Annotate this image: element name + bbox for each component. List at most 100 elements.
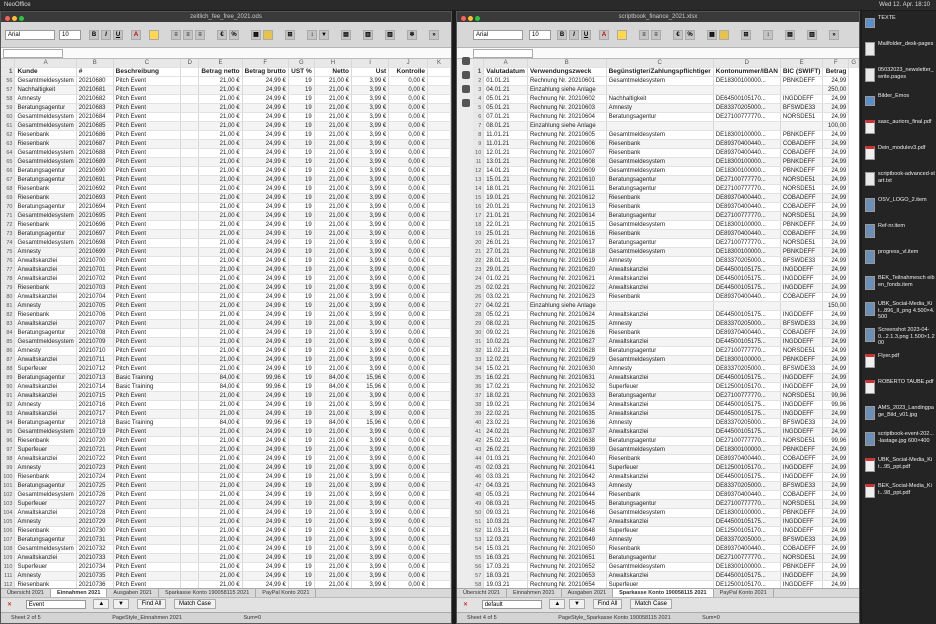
data-cell[interactable]: Pitch Event (113, 76, 182, 86)
data-cell[interactable] (180, 418, 200, 428)
data-cell[interactable]: Rechnung Nr. 20210637 (527, 427, 607, 437)
data-cell[interactable] (780, 121, 824, 131)
close-icon[interactable] (461, 16, 466, 21)
data-cell[interactable]: Gesamtmeldesystem (14, 211, 77, 221)
data-cell[interactable]: 21,00 € (198, 490, 243, 500)
data-cell[interactable]: 21,00 € (314, 148, 352, 158)
data-cell[interactable]: Rechnung Nr. 20210607 (527, 148, 607, 158)
data-cell[interactable]: 0,00 € (388, 373, 429, 383)
data-cell[interactable]: 01.02.21 (483, 274, 528, 284)
data-cell[interactable]: 21,00 € (314, 211, 352, 221)
data-cell[interactable]: Pitch Event (113, 310, 182, 320)
data-cell[interactable] (427, 148, 451, 158)
data-cell[interactable] (180, 184, 200, 194)
data-cell[interactable]: 24,99 (822, 418, 850, 428)
data-cell[interactable]: 84,00 € (198, 382, 243, 392)
data-cell[interactable]: 3,99 € (351, 247, 390, 257)
data-cell[interactable] (180, 382, 200, 392)
data-cell[interactable]: 20210731 (76, 535, 114, 545)
data-cell[interactable]: DE83370205000... (713, 535, 781, 545)
data-cell[interactable]: 24,99 € (242, 193, 289, 203)
data-cell[interactable]: 21,00 € (314, 454, 352, 464)
sheet-grid[interactable]: ABCDEFGHIJK 1 Kunde # Beschreibung Betrag ne… (1, 59, 451, 590)
row-number[interactable]: 60 (1, 112, 16, 122)
data-cell[interactable]: 0,00 € (388, 553, 429, 563)
data-cell[interactable]: Pitch Event (113, 481, 182, 491)
data-cell[interactable] (606, 301, 714, 311)
data-cell[interactable]: 24,99 € (242, 148, 289, 158)
data-cell[interactable]: Riesenbank (606, 139, 714, 149)
underline-button[interactable]: U (581, 30, 591, 40)
data-cell[interactable]: Anwaltskanzlei (606, 472, 714, 482)
data-cell[interactable]: DE89370400440... (713, 292, 781, 302)
data-cell[interactable]: 21,00 € (314, 94, 352, 104)
data-cell[interactable]: 24,99 € (242, 553, 289, 563)
data-cell[interactable]: 20210714 (76, 382, 114, 392)
data-cell[interactable]: Pitch Event (113, 400, 182, 410)
data-cell[interactable]: 18.03.21 (483, 571, 528, 581)
data-cell[interactable] (180, 436, 200, 446)
data-cell[interactable]: 21,00 € (198, 535, 243, 545)
navigator-icon[interactable] (462, 57, 470, 65)
data-cell[interactable]: 24,99 (822, 247, 850, 257)
row-number[interactable]: 38 (473, 400, 485, 410)
data-cell[interactable]: Pitch Event (113, 337, 182, 347)
data-cell[interactable]: 3,99 € (351, 166, 390, 176)
data-cell[interactable]: 24,99 (822, 445, 850, 455)
data-cell[interactable]: 19 (288, 382, 315, 392)
data-cell[interactable] (427, 130, 451, 140)
data-cell[interactable]: 20210706 (76, 310, 114, 320)
data-cell[interactable]: Anwaltskanzlei (606, 517, 714, 527)
data-cell[interactable]: 11.01.21 (483, 139, 528, 149)
data-cell[interactable]: 3,99 € (351, 238, 390, 248)
data-cell[interactable]: 19 (288, 157, 315, 167)
font-name-select[interactable]: Arial (5, 30, 55, 40)
data-cell[interactable]: 21,00 € (198, 436, 243, 446)
data-cell[interactable]: Pitch Event (113, 94, 182, 104)
data-cell[interactable]: BFSWDE33 (780, 481, 824, 491)
data-cell[interactable]: 26.01.21 (483, 238, 528, 248)
data-cell[interactable]: 19 (288, 562, 315, 572)
data-cell[interactable]: 02.02.21 (483, 283, 528, 293)
data-cell[interactable]: 19 (288, 553, 315, 563)
data-cell[interactable]: Rechnung Nr. 20210645 (527, 499, 607, 509)
data-cell[interactable]: DE18300100000... (713, 130, 781, 140)
row-number[interactable]: 1 (1, 67, 16, 77)
row-number[interactable]: 96 (1, 436, 16, 446)
data-cell[interactable]: Amnesty (606, 418, 714, 428)
header-cell[interactable]: Kontrolle (388, 67, 429, 77)
data-cell[interactable]: 20210721 (76, 445, 114, 455)
data-cell[interactable]: 21,00 € (198, 256, 243, 266)
data-cell[interactable]: 24,99 (822, 337, 850, 347)
data-cell[interactable]: INGDDEFF (780, 274, 824, 284)
data-cell[interactable] (180, 301, 200, 311)
data-cell[interactable]: Rechnung Nr. 20210627 (527, 337, 607, 347)
data-cell[interactable]: Rechnung Nr. 20210603 (527, 103, 607, 113)
data-cell[interactable]: DE18300100000... (713, 247, 781, 257)
data-cell[interactable]: INGDDEFF (780, 571, 824, 581)
font-size-select[interactable]: 10 (529, 30, 551, 40)
data-cell[interactable]: DE44500105175... (713, 427, 781, 437)
data-cell[interactable]: INGDDEFF (780, 283, 824, 293)
data-cell[interactable]: 11.01.21 (483, 130, 528, 140)
data-cell[interactable]: Anwaltskanzlei (606, 427, 714, 437)
data-cell[interactable]: 19 (288, 184, 315, 194)
row-number[interactable]: 64 (1, 148, 16, 158)
data-cell[interactable]: Pitch Event (113, 427, 182, 437)
data-cell[interactable] (427, 121, 451, 131)
data-cell[interactable]: 19 (288, 499, 315, 509)
data-cell[interactable]: 3,99 € (351, 364, 390, 374)
data-cell[interactable]: 84,00 € (198, 418, 243, 428)
data-cell[interactable]: Amnesty (14, 301, 77, 311)
data-cell[interactable]: 24,99 (822, 328, 850, 338)
data-cell[interactable]: 05.03.21 (483, 490, 528, 500)
percent-icon[interactable]: % (229, 30, 239, 40)
row-number[interactable]: 82 (1, 310, 16, 320)
data-cell[interactable]: Pitch Event (113, 274, 182, 284)
row-number[interactable]: 51 (473, 517, 485, 527)
styles-icon[interactable] (462, 71, 470, 79)
data-cell[interactable]: 24,99 € (242, 121, 289, 131)
more-icon[interactable]: » (829, 30, 839, 40)
data-cell[interactable]: 24,99 € (242, 445, 289, 455)
data-cell[interactable] (180, 103, 200, 113)
